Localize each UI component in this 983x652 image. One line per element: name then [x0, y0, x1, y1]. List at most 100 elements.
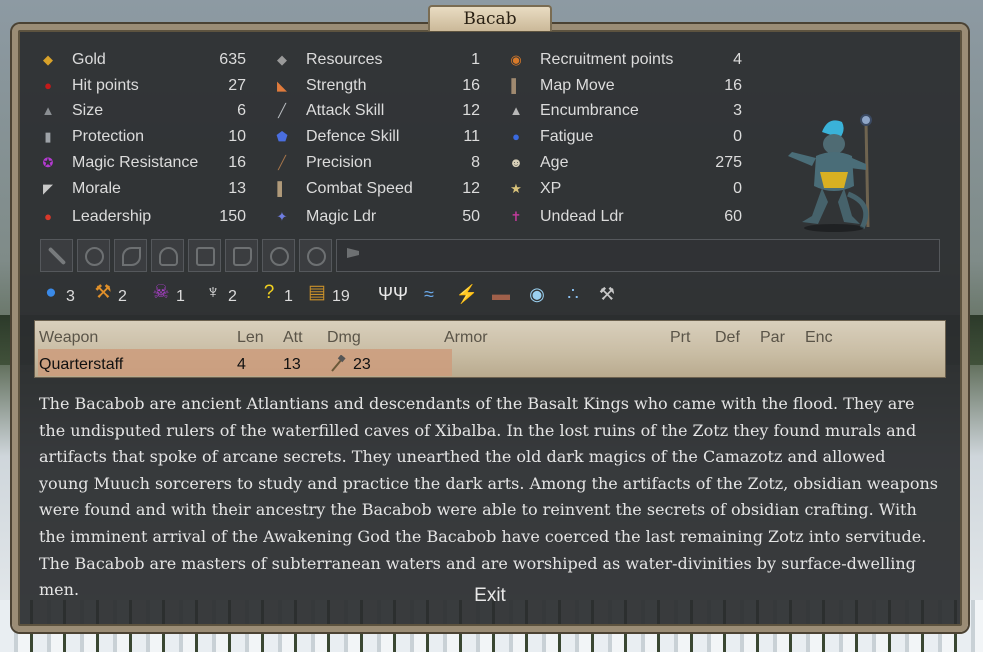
stat-defence-skill[interactable]: ⬟ Defence Skill 11 [274, 126, 484, 148]
stat-label: Strength [306, 77, 367, 94]
pentagram-icon: ✪ [42, 155, 54, 170]
weight-icon: ▲ [509, 103, 523, 118]
stat-label: Protection [72, 128, 145, 145]
research[interactable]: ▤ 19 [306, 280, 350, 310]
stat-value: 0 [733, 128, 742, 145]
ice-shards-icon[interactable]: ⚡ [452, 279, 482, 309]
misc-slot-1[interactable] [262, 239, 295, 272]
stat-value: 11 [463, 128, 480, 145]
armor-slot-icon [196, 247, 215, 266]
stat-fatigue[interactable]: ● Fatigue 0 [508, 126, 746, 148]
weapons-table: Weapon Len Att Dmg Armor Prt Def Par Enc… [34, 320, 946, 378]
col-len: Len [237, 329, 264, 346]
stat-value: 60 [724, 208, 742, 225]
stat-value: 16 [462, 77, 480, 94]
stat-value: 16 [724, 77, 742, 94]
recruit-icon: ◉ [510, 52, 522, 67]
stat-value: 16 [228, 154, 246, 171]
water-path[interactable]: ● 3 [40, 280, 75, 310]
weapon-name[interactable]: Quarterstaff [39, 355, 123, 375]
stat-leadership[interactable]: ● Leadership 150 [40, 206, 250, 228]
stat-attack-skill[interactable]: ╱ Attack Skill 12 [274, 100, 484, 122]
col-armor: Armor [444, 329, 488, 346]
holy-candelabra-icon[interactable]: ΨΨ [378, 279, 408, 309]
banner-icon: ◤ [43, 181, 53, 196]
stat-magic-ldr[interactable]: ✦ Magic Ldr 50 [274, 206, 484, 228]
elephant-icon: ▲ [41, 103, 55, 118]
exit-button[interactable]: Exit [458, 583, 522, 609]
stat-map-move[interactable]: ▌ Map Move 16 [508, 75, 746, 97]
boots-slot-icon [233, 247, 252, 266]
path-value: 2 [118, 288, 127, 305]
feet-slot[interactable] [225, 239, 258, 272]
weapon-dmg: 23 [353, 356, 371, 373]
forge-hammer-icon[interactable]: ⚒ [592, 279, 622, 309]
eye-icon[interactable]: ◉ [522, 279, 552, 309]
sweat-drop-icon: ● [512, 129, 520, 144]
stat-undead-ldr[interactable]: ✝ Undead Ldr 60 [508, 206, 746, 228]
stat-strength[interactable]: ◣ Strength 16 [274, 75, 484, 97]
head-slot[interactable] [151, 239, 184, 272]
banner-slot-icon [347, 248, 359, 258]
stat-label: Precision [306, 154, 372, 171]
weapon-att: 13 [283, 356, 301, 373]
path-value: 3 [66, 288, 75, 305]
bubbles-icon[interactable]: ∴ [558, 279, 588, 309]
bow-icon: ╱ [278, 155, 286, 170]
random-path[interactable]: ? 1 [258, 280, 293, 310]
stat-value: 6 [237, 102, 246, 119]
shield-slot-icon [85, 247, 104, 266]
anvil-icon: ◆ [277, 52, 287, 67]
shield-slot[interactable] [77, 239, 110, 272]
stat-value: 4 [733, 51, 742, 68]
stat-precision[interactable]: ╱ Precision 8 [274, 152, 484, 174]
stat-protection[interactable]: ▮ Protection 10 [40, 126, 250, 148]
stat-value: 12 [462, 180, 480, 197]
undead-icon: ✝ [510, 209, 522, 224]
weapon-slot[interactable] [40, 239, 73, 272]
stat-resources[interactable]: ◆ Resources 1 [274, 49, 484, 71]
body-slot[interactable] [188, 239, 221, 272]
stat-label: Resources [306, 51, 383, 68]
path-value: 19 [332, 288, 350, 305]
arm-icon: ◣ [277, 78, 287, 93]
stat-gold[interactable]: ◆ Gold 635 [40, 49, 250, 71]
helmet-icon: ● [44, 209, 52, 224]
stat-label: Magic Resistance [72, 154, 199, 171]
death-path[interactable]: ☠ 1 [150, 280, 184, 310]
window-title: Bacab [428, 5, 552, 31]
stat-combat-speed[interactable]: ▌ Combat Speed 12 [274, 178, 484, 200]
sword-icon: ╱ [278, 103, 286, 118]
stat-value: 3 [733, 102, 742, 119]
research-icon: ▤ [308, 282, 326, 303]
stat-xp[interactable]: ★ XP 0 [508, 178, 746, 200]
stat-recruitment-points[interactable]: ◉ Recruitment points 4 [508, 49, 746, 71]
stat-magic-resistance[interactable]: ✪ Magic Resistance 16 [40, 152, 250, 174]
stat-morale[interactable]: ◤ Morale 13 [40, 178, 250, 200]
mage-icon: ✦ [276, 209, 288, 224]
gold-icon: ◆ [43, 52, 53, 67]
col-par: Par [760, 329, 785, 346]
misc-slot-bar[interactable] [336, 239, 940, 272]
misc-slot-2[interactable] [299, 239, 332, 272]
earth-path[interactable]: ⚒ 2 [92, 280, 127, 310]
astral-path[interactable]: ♆ 2 [202, 280, 237, 310]
boar-icon[interactable]: ▬ [486, 279, 516, 309]
col-weapon: Weapon [39, 329, 99, 346]
unit-portrait [788, 114, 872, 232]
armor-icon: ▮ [44, 129, 52, 144]
path-value: 1 [284, 288, 293, 305]
stat-encumbrance[interactable]: ▲ Encumbrance 3 [508, 100, 746, 122]
stat-label: Magic Ldr [306, 208, 377, 225]
stat-label: Leadership [72, 208, 152, 225]
stat-label: Attack Skill [306, 102, 385, 119]
stat-size[interactable]: ▲ Size 6 [40, 100, 250, 122]
offhand-slot[interactable] [114, 239, 147, 272]
stat-age[interactable]: ☻ Age 275 [508, 152, 746, 174]
shrimp-icon[interactable]: ≈ [414, 279, 444, 309]
stat-value: 13 [228, 180, 246, 197]
stat-value: 10 [228, 128, 246, 145]
unit-description: The Bacabob are ancient Atlantians and d… [39, 394, 938, 600]
stat-label: XP [540, 180, 562, 197]
stat-hit-points[interactable]: ● Hit points 27 [40, 75, 250, 97]
